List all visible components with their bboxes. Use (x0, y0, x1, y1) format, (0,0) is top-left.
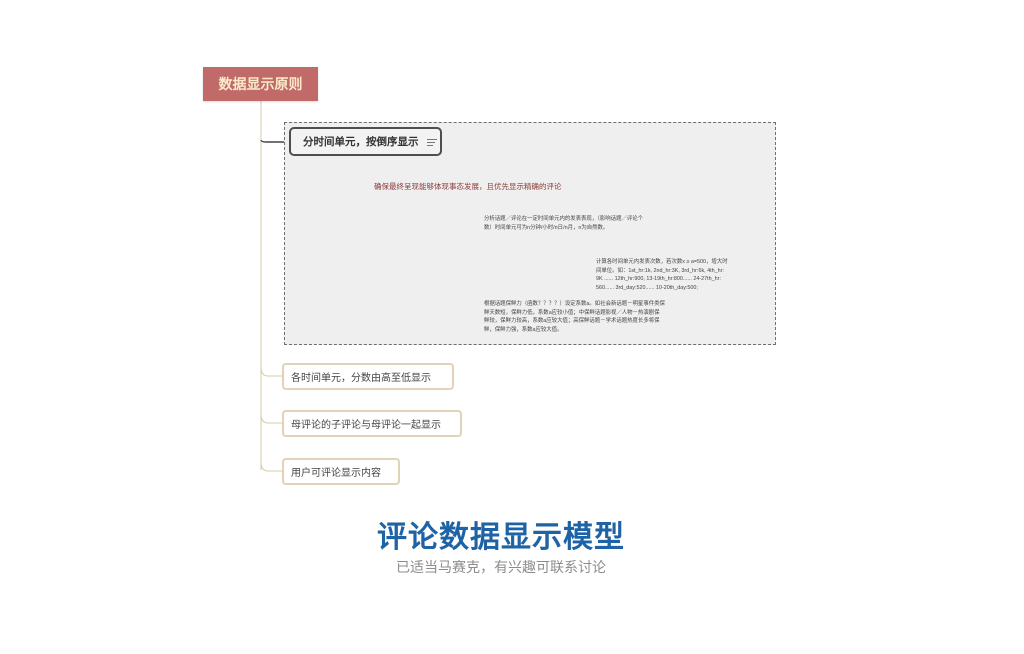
notes-icon[interactable] (426, 138, 437, 146)
topic-label: 各时间单元，分数由高至低显示 (291, 373, 431, 384)
main-topic[interactable]: 分时间单元，按倒序显示 (289, 127, 442, 156)
subtopic[interactable]: 确保最终呈现能够体现事态发展，且优先显示精确的评论 (370, 178, 583, 195)
topic-label: 母评论的子评论与母评论一起显示 (291, 420, 441, 431)
subtopic-label: 确保最终呈现能够体现事态发展，且优先显示精确的评论 (374, 182, 562, 191)
note-2[interactable]: 计算各时间单元内发表次数，若次数x ≥ a=500，增大时 间单位。如：1st_… (596, 258, 774, 294)
main-topic-label: 分时间单元，按倒序显示 (303, 136, 419, 148)
note-1[interactable]: 分析话题／评论在一定时间单元内的发表表现，（影响话题／评论个 数）时间单元可为n… (484, 215, 722, 237)
page-title: 评论数据显示模型 (377, 520, 625, 555)
root-topic-label: 数据显示原则 (218, 76, 303, 92)
connector-to-topic-4 (260, 461, 282, 472)
connector-to-topic-3 (260, 413, 282, 424)
root-topic[interactable]: 数据显示原则 (203, 67, 318, 101)
topic-user-comment[interactable]: 用户可评论显示内容 (282, 458, 400, 485)
note-3[interactable]: 根据话题保鲜力（函数？？？？）设定系数a。如社会新话题－明星事件类保 鲜天数短，… (484, 300, 724, 338)
connector-to-topic-2 (260, 366, 282, 377)
topic-label: 用户可评论显示内容 (291, 468, 381, 479)
topic-child-comments[interactable]: 母评论的子评论与母评论一起显示 (282, 410, 462, 437)
topic-score-order[interactable]: 各时间单元，分数由高至低显示 (282, 363, 454, 390)
page-subtitle: 已适当马赛克，有兴趣可联系讨论 (396, 560, 606, 576)
